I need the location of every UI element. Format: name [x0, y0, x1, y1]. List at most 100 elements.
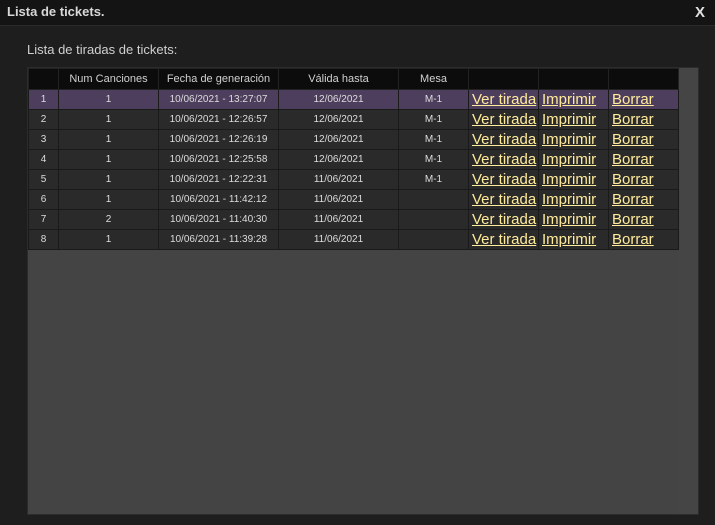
window-title: Lista de tickets.: [7, 4, 105, 19]
cell-fecha-generacion: 10/06/2021 - 11:42:12: [158, 189, 279, 210]
table-row[interactable]: 8 1 10/06/2021 - 11:39:28 11/06/2021 Ver tir…: [28, 229, 679, 250]
header-actions-ver: [468, 68, 539, 90]
borrar-link[interactable]: Borrar: [612, 151, 654, 168]
cell-borrar-link: Borrar: [608, 229, 679, 250]
table-row[interactable]: 4 1 10/06/2021 - 12:25:58 12/06/2021 M-1 Ver …: [28, 149, 679, 170]
row-index: 8: [28, 229, 59, 250]
imprimir-link[interactable]: Imprimir: [542, 171, 596, 188]
cell-valida-hasta: 11/06/2021: [278, 189, 399, 210]
header-index: [28, 68, 59, 90]
borrar-link[interactable]: Borrar: [612, 231, 654, 248]
cell-num-canciones: 1: [58, 89, 159, 110]
ver-tirada-link[interactable]: Ver tirada: [472, 211, 536, 228]
cell-ver-tirada-link: Ver tirada: [468, 209, 539, 230]
tickets-table-panel: Num Canciones Fecha de generación Válida…: [27, 67, 699, 515]
row-index: 1: [28, 89, 59, 110]
header-num-canciones[interactable]: Num Canciones: [58, 68, 159, 90]
table-row[interactable]: 1 1 10/06/2021 - 13:27:07 12/06/2021 M-1 Ver …: [28, 89, 679, 110]
cell-ver-tirada-link: Ver tirada: [468, 109, 539, 130]
cell-mesa: M-1: [398, 109, 469, 130]
imprimir-link[interactable]: Imprimir: [542, 111, 596, 128]
cell-ver-tirada-link: Ver tirada: [468, 229, 539, 250]
borrar-link[interactable]: Borrar: [612, 171, 654, 188]
cell-num-canciones: 1: [58, 229, 159, 250]
cell-imprimir-link: Imprimir: [538, 109, 609, 130]
cell-mesa: M-1: [398, 169, 469, 190]
borrar-link[interactable]: Borrar: [612, 211, 654, 228]
cell-mesa: M-1: [398, 149, 469, 170]
cell-mesa: [398, 229, 469, 250]
header-actions-borrar: [608, 68, 679, 90]
tickets-table: Num Canciones Fecha de generación Válida…: [28, 68, 679, 250]
ver-tirada-link[interactable]: Ver tirada: [472, 151, 536, 168]
imprimir-link[interactable]: Imprimir: [542, 151, 596, 168]
scrollbar-track[interactable]: [679, 68, 698, 514]
cell-mesa: M-1: [398, 129, 469, 150]
imprimir-link[interactable]: Imprimir: [542, 211, 596, 228]
cell-imprimir-link: Imprimir: [538, 89, 609, 110]
table-row[interactable]: 7 2 10/06/2021 - 11:40:30 11/06/2021 Ver tir…: [28, 209, 679, 230]
borrar-link[interactable]: Borrar: [612, 191, 654, 208]
cell-borrar-link: Borrar: [608, 129, 679, 150]
cell-fecha-generacion: 10/06/2021 - 12:26:19: [158, 129, 279, 150]
table-row[interactable]: 3 1 10/06/2021 - 12:26:19 12/06/2021 M-1 Ver …: [28, 129, 679, 150]
ver-tirada-link[interactable]: Ver tirada: [472, 191, 536, 208]
cell-valida-hasta: 12/06/2021: [278, 109, 399, 130]
window-titlebar: Lista de tickets. X: [0, 0, 715, 26]
row-index: 5: [28, 169, 59, 190]
row-index: 2: [28, 109, 59, 130]
cell-valida-hasta: 12/06/2021: [278, 89, 399, 110]
cell-ver-tirada-link: Ver tirada: [468, 189, 539, 210]
cell-ver-tirada-link: Ver tirada: [468, 169, 539, 190]
cell-fecha-generacion: 10/06/2021 - 12:26:57: [158, 109, 279, 130]
ver-tirada-link[interactable]: Ver tirada: [472, 231, 536, 248]
cell-borrar-link: Borrar: [608, 209, 679, 230]
imprimir-link[interactable]: Imprimir: [542, 91, 596, 108]
cell-num-canciones: 1: [58, 169, 159, 190]
table-row[interactable]: 5 1 10/06/2021 - 12:22:31 11/06/2021 M-1 Ver …: [28, 169, 679, 190]
borrar-link[interactable]: Borrar: [612, 131, 654, 148]
cell-num-canciones: 2: [58, 209, 159, 230]
ver-tirada-link[interactable]: Ver tirada: [472, 91, 536, 108]
cell-imprimir-link: Imprimir: [538, 129, 609, 150]
cell-valida-hasta: 12/06/2021: [278, 129, 399, 150]
cell-imprimir-link: Imprimir: [538, 169, 609, 190]
header-mesa[interactable]: Mesa: [398, 68, 469, 90]
cell-imprimir-link: Imprimir: [538, 209, 609, 230]
cell-fecha-generacion: 10/06/2021 - 11:39:28: [158, 229, 279, 250]
cell-mesa: [398, 189, 469, 210]
imprimir-link[interactable]: Imprimir: [542, 231, 596, 248]
borrar-link[interactable]: Borrar: [612, 111, 654, 128]
ver-tirada-link[interactable]: Ver tirada: [472, 111, 536, 128]
cell-ver-tirada-link: Ver tirada: [468, 149, 539, 170]
header-fecha-generacion[interactable]: Fecha de generación: [158, 68, 279, 90]
cell-valida-hasta: 11/06/2021: [278, 169, 399, 190]
cell-borrar-link: Borrar: [608, 189, 679, 210]
cell-borrar-link: Borrar: [608, 169, 679, 190]
imprimir-link[interactable]: Imprimir: [542, 131, 596, 148]
section-label: Lista de tiradas de tickets:: [27, 42, 178, 57]
cell-imprimir-link: Imprimir: [538, 229, 609, 250]
cell-num-canciones: 1: [58, 109, 159, 130]
close-button[interactable]: X: [695, 4, 705, 21]
cell-ver-tirada-link: Ver tirada: [468, 129, 539, 150]
cell-valida-hasta: 11/06/2021: [278, 229, 399, 250]
imprimir-link[interactable]: Imprimir: [542, 191, 596, 208]
borrar-link[interactable]: Borrar: [612, 91, 654, 108]
ver-tirada-link[interactable]: Ver tirada: [472, 131, 536, 148]
cell-num-canciones: 1: [58, 129, 159, 150]
row-index: 3: [28, 129, 59, 150]
ver-tirada-link[interactable]: Ver tirada: [472, 171, 536, 188]
table-row[interactable]: 6 1 10/06/2021 - 11:42:12 11/06/2021 Ver tir…: [28, 189, 679, 210]
cell-fecha-generacion: 10/06/2021 - 12:22:31: [158, 169, 279, 190]
header-actions-imprimir: [538, 68, 609, 90]
cell-ver-tirada-link: Ver tirada: [468, 89, 539, 110]
row-index: 4: [28, 149, 59, 170]
row-index: 6: [28, 189, 59, 210]
table-row[interactable]: 2 1 10/06/2021 - 12:26:57 12/06/2021 M-1 Ver …: [28, 109, 679, 130]
cell-mesa: M-1: [398, 89, 469, 110]
header-valida-hasta[interactable]: Válida hasta: [278, 68, 399, 90]
cell-num-canciones: 1: [58, 149, 159, 170]
cell-imprimir-link: Imprimir: [538, 189, 609, 210]
window-content: Lista de tiradas de tickets: Num Cancion…: [0, 26, 715, 525]
